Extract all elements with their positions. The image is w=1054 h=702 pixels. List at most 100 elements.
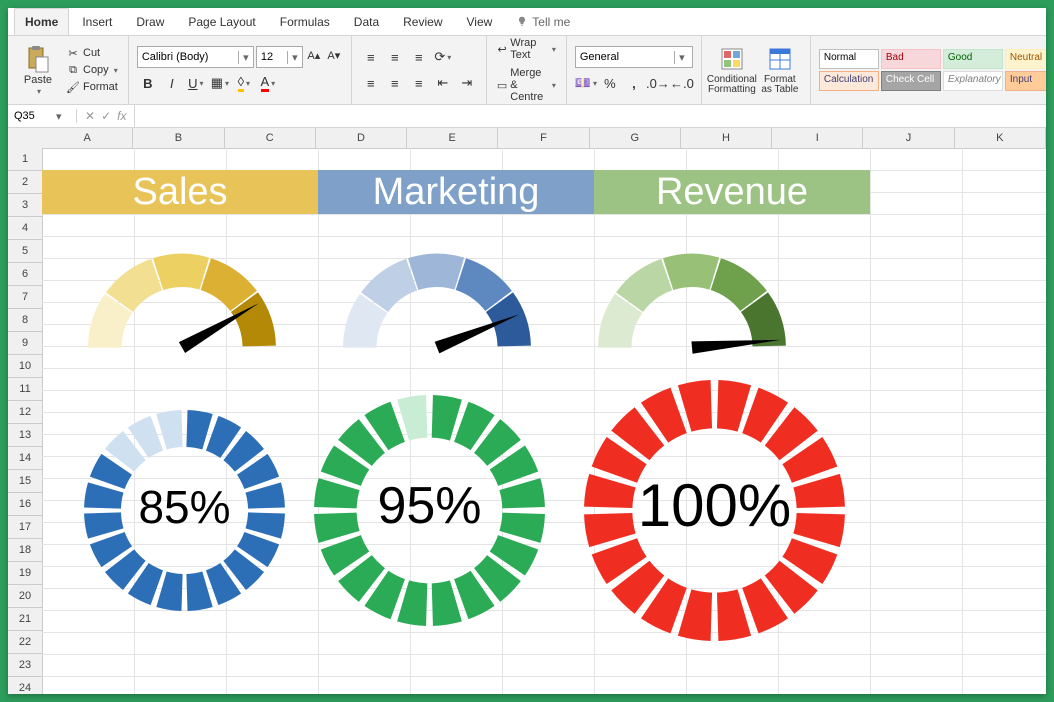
row-header-5[interactable]: 5 — [8, 240, 42, 263]
align-bottom-button[interactable]: ≡ — [408, 46, 430, 68]
tab-insert[interactable]: Insert — [71, 8, 123, 35]
row-header-12[interactable]: 12 — [8, 401, 42, 424]
style-good[interactable]: Good — [943, 49, 1003, 69]
group-alignment: ≡ ≡ ≡ ⟳▾ ≡ ≡ ≡ ⇤ ⇥ — [352, 36, 487, 104]
number-format-combo[interactable]: ▾ — [575, 46, 693, 68]
worksheet-grid[interactable]: ABCDEFGHIJK 1234567891011121314151617181… — [8, 128, 1046, 694]
increase-indent-button[interactable]: ⇥ — [456, 72, 478, 94]
row-header-6[interactable]: 6 — [8, 263, 42, 286]
enter-icon[interactable]: ✓ — [101, 109, 111, 123]
row-header-10[interactable]: 10 — [8, 355, 42, 378]
row-header-9[interactable]: 9 — [8, 332, 42, 355]
col-header-A[interactable]: A — [42, 128, 133, 148]
col-header-K[interactable]: K — [955, 128, 1046, 148]
align-top-button[interactable]: ≡ — [360, 46, 382, 68]
align-right-button[interactable]: ≡ — [408, 72, 430, 94]
col-header-F[interactable]: F — [498, 128, 589, 148]
row-header-8[interactable]: 8 — [8, 309, 42, 332]
row-header-17[interactable]: 17 — [8, 516, 42, 539]
increase-decimal-button[interactable]: .0→ — [647, 72, 669, 94]
row-header-3[interactable]: 3 — [8, 194, 42, 217]
col-header-I[interactable]: I — [772, 128, 863, 148]
row-header-1[interactable]: 1 — [8, 148, 42, 171]
col-header-B[interactable]: B — [133, 128, 224, 148]
fill-color-button[interactable]: ◊▾ — [233, 72, 255, 94]
style-neutral[interactable]: Neutral — [1005, 49, 1046, 69]
copy-button[interactable]: ⧉Copy▾ — [64, 62, 120, 78]
align-left-button[interactable]: ≡ — [360, 72, 382, 94]
donut-label-2: 95% — [312, 476, 547, 536]
col-header-D[interactable]: D — [316, 128, 407, 148]
cancel-icon[interactable]: ✕ — [85, 109, 95, 123]
conditional-formatting-button[interactable]: Conditional Formatting — [710, 39, 754, 101]
wrap-text-button[interactable]: ↩Wrap Text▾ — [495, 36, 558, 62]
col-header-C[interactable]: C — [225, 128, 316, 148]
fx-icon[interactable]: fx — [117, 109, 126, 123]
col-header-G[interactable]: G — [590, 128, 681, 148]
align-middle-button[interactable]: ≡ — [384, 46, 406, 68]
decrease-indent-button[interactable]: ⇤ — [432, 72, 454, 94]
col-header-H[interactable]: H — [681, 128, 772, 148]
bold-button[interactable]: B — [137, 72, 159, 94]
style-normal[interactable]: Normal — [819, 49, 879, 69]
style-input[interactable]: Input — [1005, 71, 1046, 91]
style-bad[interactable]: Bad — [881, 49, 941, 69]
tab-formulas[interactable]: Formulas — [269, 8, 341, 35]
gauge-sales — [72, 238, 292, 361]
row-header-19[interactable]: 19 — [8, 562, 42, 585]
tell-me-search[interactable]: Tell me — [505, 8, 581, 35]
increase-font-button[interactable]: A▴ — [305, 46, 323, 64]
row-header-4[interactable]: 4 — [8, 217, 42, 240]
name-box[interactable]: ▾ — [8, 109, 77, 123]
tab-data[interactable]: Data — [343, 8, 390, 35]
font-color-button[interactable]: A▾ — [257, 72, 279, 94]
comma-format-button[interactable]: , — [623, 72, 645, 94]
merge-center-button[interactable]: ▭Merge & Centre▾ — [495, 66, 558, 104]
group-wrap-merge: ↩Wrap Text▾ ▭Merge & Centre▾ — [487, 36, 567, 104]
section-header-marketing: Marketing — [318, 170, 594, 214]
accounting-format-button[interactable]: 💷▾ — [575, 72, 597, 94]
tab-review[interactable]: Review — [392, 8, 453, 35]
font-name-combo[interactable]: ▾ — [137, 46, 254, 68]
align-center-button[interactable]: ≡ — [384, 72, 406, 94]
col-header-E[interactable]: E — [407, 128, 498, 148]
tab-home[interactable]: Home — [14, 8, 69, 35]
row-header-16[interactable]: 16 — [8, 493, 42, 516]
row-header-22[interactable]: 22 — [8, 631, 42, 654]
format-painter-button[interactable]: 🖌Format — [64, 79, 120, 95]
borders-button[interactable]: ▦▾ — [209, 72, 231, 94]
row-header-11[interactable]: 11 — [8, 378, 42, 401]
style-explanatory-t-[interactable]: Explanatory T... — [943, 71, 1003, 91]
col-header-J[interactable]: J — [863, 128, 954, 148]
style-check-cell[interactable]: Check Cell — [881, 71, 941, 91]
decrease-font-button[interactable]: A▾ — [325, 46, 343, 64]
font-size-combo[interactable]: ▾ — [256, 46, 303, 68]
tab-view[interactable]: View — [456, 8, 504, 35]
cut-button[interactable]: ✂Cut — [64, 45, 120, 61]
row-header-13[interactable]: 13 — [8, 424, 42, 447]
row-header-2[interactable]: 2 — [8, 171, 42, 194]
decrease-decimal-button[interactable]: ←.0 — [671, 72, 693, 94]
row-header-7[interactable]: 7 — [8, 286, 42, 309]
style-calculation[interactable]: Calculation — [819, 71, 879, 91]
tab-draw[interactable]: Draw — [125, 8, 175, 35]
formula-input[interactable] — [141, 110, 1044, 124]
wrap-icon: ↩ — [497, 42, 507, 56]
group-cell-styles: NormalBadGoodNeutral CalculationCheck Cel… — [811, 36, 1046, 104]
underline-button[interactable]: U▾ — [185, 72, 207, 94]
row-header-24[interactable]: 24 — [8, 677, 42, 694]
percent-format-button[interactable]: % — [599, 72, 621, 94]
row-header-20[interactable]: 20 — [8, 585, 42, 608]
italic-button[interactable]: I — [161, 72, 183, 94]
format-as-table-button[interactable]: Format as Table — [758, 39, 802, 101]
row-header-23[interactable]: 23 — [8, 654, 42, 677]
paste-button[interactable]: Paste▾ — [16, 39, 60, 101]
row-header-14[interactable]: 14 — [8, 447, 42, 470]
row-header-21[interactable]: 21 — [8, 608, 42, 631]
row-header-18[interactable]: 18 — [8, 539, 42, 562]
tab-page-layout[interactable]: Page Layout — [177, 8, 266, 35]
row-header-15[interactable]: 15 — [8, 470, 42, 493]
section-header-sales: Sales — [42, 170, 318, 214]
select-all-corner[interactable] — [8, 128, 43, 149]
orientation-button[interactable]: ⟳▾ — [432, 46, 454, 68]
